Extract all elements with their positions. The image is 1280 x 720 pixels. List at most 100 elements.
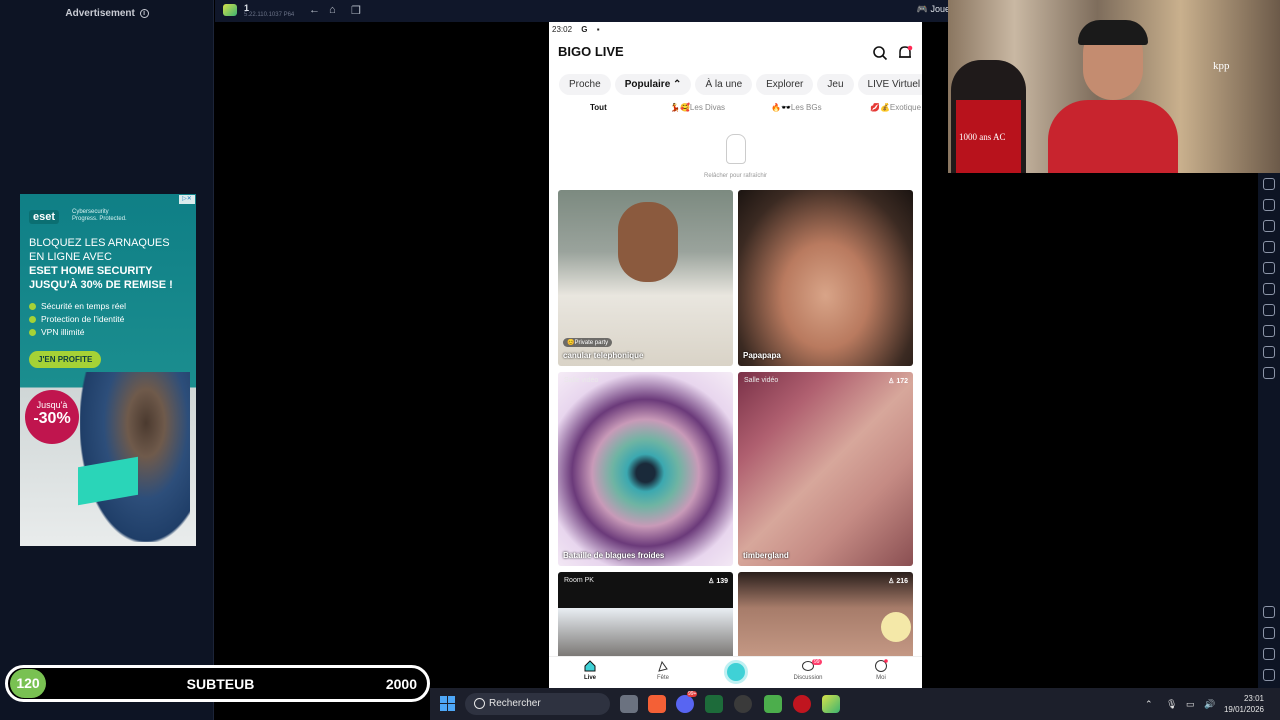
brave-icon[interactable] — [648, 695, 666, 713]
nav-discussion[interactable]: Discussion 99 — [783, 659, 833, 681]
home-button-icon[interactable] — [1263, 648, 1275, 660]
bluestacks-icon[interactable] — [223, 4, 237, 16]
jersey-text: 1000 ans AC — [959, 132, 1006, 142]
bell-icon[interactable] — [897, 45, 913, 61]
ad-bullet-text: Protection de l'identité — [41, 314, 125, 324]
emulator-topbar: 1 5.22.110.1037 P64 ← ⌂ ❐ 🎮 Joue — [215, 0, 950, 22]
tab-a-la-une[interactable]: À la une — [695, 74, 753, 95]
live-card-tag: Room PK — [564, 577, 594, 584]
android-statusbar: 23:02 G ▪ — [549, 22, 922, 40]
sync-icon[interactable] — [1263, 367, 1275, 379]
toolbar-icon[interactable] — [1263, 178, 1275, 190]
clock[interactable]: 23:01 19/01/2026 — [1224, 693, 1264, 715]
nav-live[interactable]: Live — [565, 659, 615, 681]
left-panel: Advertisement i ▷✕ eset Cybersecurity Pr… — [0, 0, 214, 720]
tab-explorer[interactable]: Explorer — [756, 74, 814, 95]
recents-icon[interactable] — [1263, 669, 1275, 681]
go-live-button[interactable] — [724, 660, 748, 684]
taskbar-search-placeholder: Rechercher — [489, 698, 541, 709]
live-card[interactable]: Salle vidéo Bataille de blagues froides — [558, 372, 733, 566]
ad-cta-button[interactable]: J'EN PROFITE — [29, 351, 102, 368]
ad-bullet: Sécurité en temps réel — [29, 300, 126, 313]
subtab-les-bgs[interactable]: 🔥🕶️Les BGs — [771, 103, 822, 112]
windows-start-icon[interactable] — [440, 696, 456, 712]
advertisement-label-text: Advertisement — [65, 8, 135, 19]
windows-taskbar: Rechercher 99+ ⌃ 🎙 ▭ 🔊 23:01 19/01/2026 — [430, 688, 1280, 720]
instance-version: 5.22.110.1037 P64 — [244, 12, 295, 18]
windows-logo-tile — [440, 704, 447, 711]
media-player-icon[interactable] — [793, 695, 811, 713]
advertisement-label: Advertisement i — [0, 8, 214, 19]
discount-badge: Jusqu'à -30% — [25, 390, 79, 444]
discussion-unread-badge: 99 — [812, 659, 822, 665]
play-button[interactable]: 🎮 Joue — [917, 4, 950, 15]
live-card-title: Bataille de blagues froides — [563, 551, 665, 560]
location-icon[interactable] — [1263, 325, 1275, 337]
settings-icon[interactable] — [1263, 606, 1275, 618]
search-icon[interactable] — [872, 45, 888, 61]
back-arrow-icon[interactable]: ← — [309, 4, 320, 16]
discord-badge: 99+ — [687, 691, 698, 697]
subtab-tout[interactable]: Tout — [590, 103, 607, 112]
live-card[interactable]: Papapapa — [738, 190, 913, 366]
discount-badge-label: Jusqu'à — [36, 400, 68, 410]
sub-goal-name: SUBTEUB — [186, 676, 255, 692]
obs-icon[interactable] — [734, 695, 752, 713]
floating-mascot-icon[interactable] — [881, 612, 911, 642]
live-card[interactable]: ♙ 216 — [738, 572, 913, 662]
sub-goal-target: 2000 — [385, 676, 417, 692]
live-card-title: canular telephonique — [563, 351, 644, 360]
viewer-count: ♙ 172 — [888, 377, 908, 385]
multi-window-icon[interactable]: ❐ — [351, 4, 361, 17]
info-icon[interactable]: i — [139, 9, 149, 18]
viewer-icon: ♙ — [708, 578, 715, 585]
back-icon[interactable] — [1263, 627, 1275, 639]
live-card[interactable]: Salle vidéo ♙ 172 timbergland — [738, 372, 913, 566]
nav-moi-label: Moi — [876, 675, 886, 681]
camera-icon[interactable] — [1263, 199, 1275, 211]
app-icon[interactable] — [764, 695, 782, 713]
network-icon[interactable]: ▭ — [1186, 699, 1196, 709]
notification-status-icon: ▪ — [596, 25, 600, 34]
party-icon — [658, 660, 668, 672]
eraser-icon[interactable] — [1263, 304, 1275, 316]
volume-icon[interactable]: 🔊 — [1204, 699, 1215, 709]
bluestacks-taskbar-icon[interactable] — [822, 695, 840, 713]
discord-icon[interactable]: 99+ — [676, 691, 698, 713]
microphone-icon[interactable]: 🎙 — [1166, 699, 1177, 709]
eset-advertisement[interactable]: ▷✕ eset Cybersecurity Progress. Protecte… — [20, 194, 196, 546]
live-card-tag: Salle vidéo — [564, 377, 599, 384]
gallery-icon[interactable] — [1263, 241, 1275, 253]
windows-logo-tile — [448, 696, 455, 703]
emulator-side-toolbar — [1258, 173, 1280, 691]
task-view-icon[interactable] — [620, 695, 638, 713]
live-card[interactable]: 😊Private party canular telephonique — [558, 190, 733, 366]
copy-icon[interactable] — [1263, 283, 1275, 295]
pull-to-refresh: Relâcher pour rafraîchir — [549, 134, 922, 179]
status-time: 23:02 — [552, 25, 573, 34]
subtab-les-divas[interactable]: 💃🥰Les Divas — [670, 103, 725, 112]
headline-line-4: JUSQU'À 30% DE REMISE ! — [29, 279, 173, 291]
taskbar-search[interactable]: Rechercher — [465, 693, 610, 715]
sub-goal-bar: 120 SUBTEUB 2000 — [5, 665, 430, 702]
bigo-live-app: 23:02 G ▪ BIGO LIVE Proche Populaire ⌃ À l… — [549, 22, 922, 688]
viewer-count: ♙ 139 — [708, 577, 728, 585]
nav-moi[interactable]: Moi — [856, 659, 906, 681]
subtab-exotique[interactable]: 💋💰Exotique — [870, 103, 921, 112]
screenshot-icon[interactable] — [1263, 220, 1275, 232]
live-card[interactable]: Room PK ♙ 139 — [558, 572, 733, 662]
nav-fete[interactable]: Fête — [638, 659, 688, 681]
chevron-up-icon[interactable]: ⌃ — [1145, 699, 1155, 709]
layers-icon[interactable] — [1263, 346, 1275, 358]
streaming-app-icon[interactable] — [705, 695, 723, 713]
tab-live-virtuel[interactable]: LIVE Virtuel — [857, 74, 922, 95]
viewer-icon: ♙ — [888, 578, 895, 585]
tab-jeu[interactable]: Jeu — [817, 74, 854, 95]
home-icon[interactable]: ⌂ — [329, 4, 336, 16]
tab-populaire[interactable]: Populaire ⌃ — [614, 74, 692, 95]
adchoices-icon[interactable]: ▷✕ — [179, 195, 195, 204]
airplane-icon[interactable] — [1263, 262, 1275, 274]
mascot-icon — [725, 134, 746, 164]
app-title: BIGO LIVE — [558, 44, 624, 59]
tab-proche[interactable]: Proche — [559, 74, 611, 95]
